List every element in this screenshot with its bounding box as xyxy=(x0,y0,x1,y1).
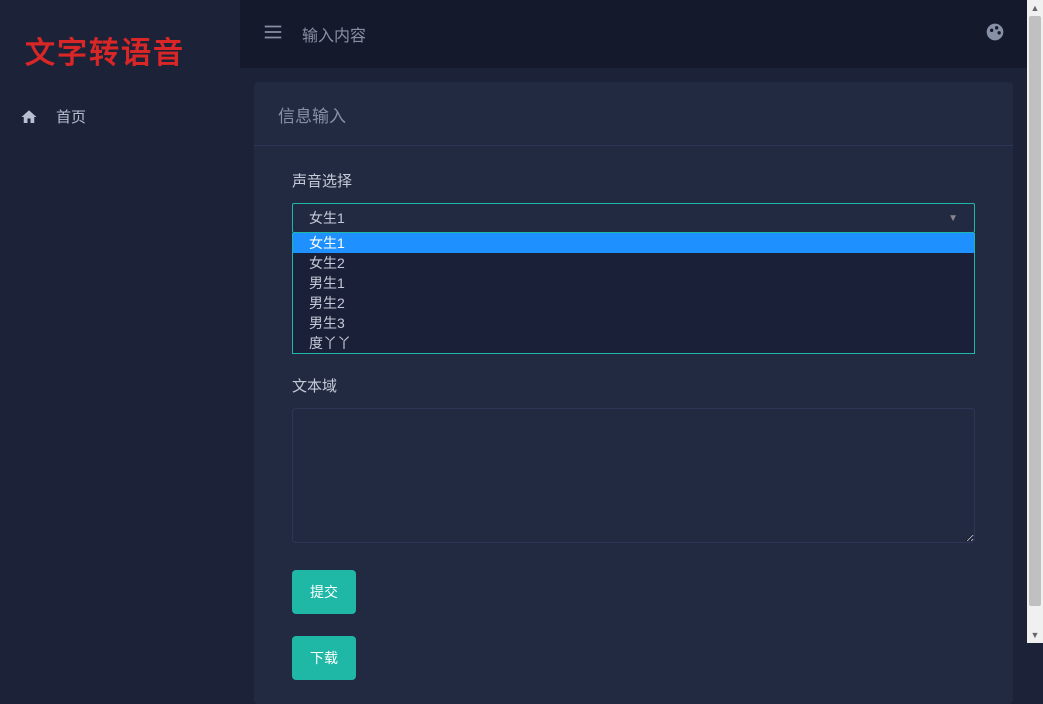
home-icon xyxy=(20,108,38,126)
form-card: 信息输入 声音选择 女生1 ▼ 女生1 女生2 男生1 男生2 男生3 度丫丫 … xyxy=(254,82,1013,704)
main-content: 信息输入 声音选择 女生1 ▼ 女生1 女生2 男生1 男生2 男生3 度丫丫 … xyxy=(240,68,1027,643)
topbar-left: 输入内容 xyxy=(262,21,366,48)
theme-icon[interactable] xyxy=(985,22,1005,47)
voice-option[interactable]: 男生1 xyxy=(293,273,974,293)
button-row: 提交 下载 xyxy=(292,548,975,680)
voice-select-wrap: 女生1 ▼ 女生1 女生2 男生1 男生2 男生3 度丫丫 xyxy=(292,203,975,233)
app-logo: 文字转语音 xyxy=(0,0,240,92)
breadcrumb: 输入内容 xyxy=(302,22,366,46)
menu-toggle-icon[interactable] xyxy=(262,21,284,48)
text-input[interactable] xyxy=(292,408,975,543)
voice-select-value: 女生1 xyxy=(309,208,345,228)
voice-option[interactable]: 男生2 xyxy=(293,293,974,313)
sidebar-item-label: 首页 xyxy=(56,106,86,127)
voice-option[interactable]: 度丫丫 xyxy=(293,333,974,353)
voice-select-label: 声音选择 xyxy=(292,170,975,191)
submit-button[interactable]: 提交 xyxy=(292,570,356,614)
voice-option[interactable]: 女生1 xyxy=(293,233,974,253)
voice-dropdown: 女生1 女生2 男生1 男生2 男生3 度丫丫 xyxy=(292,233,975,354)
scrollbar[interactable]: ▲ ▼ xyxy=(1027,0,1043,643)
scroll-up-icon[interactable]: ▲ xyxy=(1027,0,1043,16)
voice-select[interactable]: 女生1 ▼ xyxy=(292,203,975,233)
card-body: 声音选择 女生1 ▼ 女生1 女生2 男生1 男生2 男生3 度丫丫 文本域 提 xyxy=(254,146,1013,704)
card-title: 信息输入 xyxy=(254,82,1013,146)
scrollbar-thumb[interactable] xyxy=(1029,16,1041,606)
scroll-down-icon[interactable]: ▼ xyxy=(1027,627,1043,643)
sidebar-item-home[interactable]: 首页 xyxy=(0,92,240,141)
voice-option[interactable]: 女生2 xyxy=(293,253,974,273)
voice-option[interactable]: 男生3 xyxy=(293,313,974,333)
sidebar: 文字转语音 首页 xyxy=(0,0,240,643)
chevron-down-icon: ▼ xyxy=(948,213,958,224)
text-area-label: 文本域 xyxy=(292,375,975,396)
topbar: 输入内容 xyxy=(240,0,1027,68)
